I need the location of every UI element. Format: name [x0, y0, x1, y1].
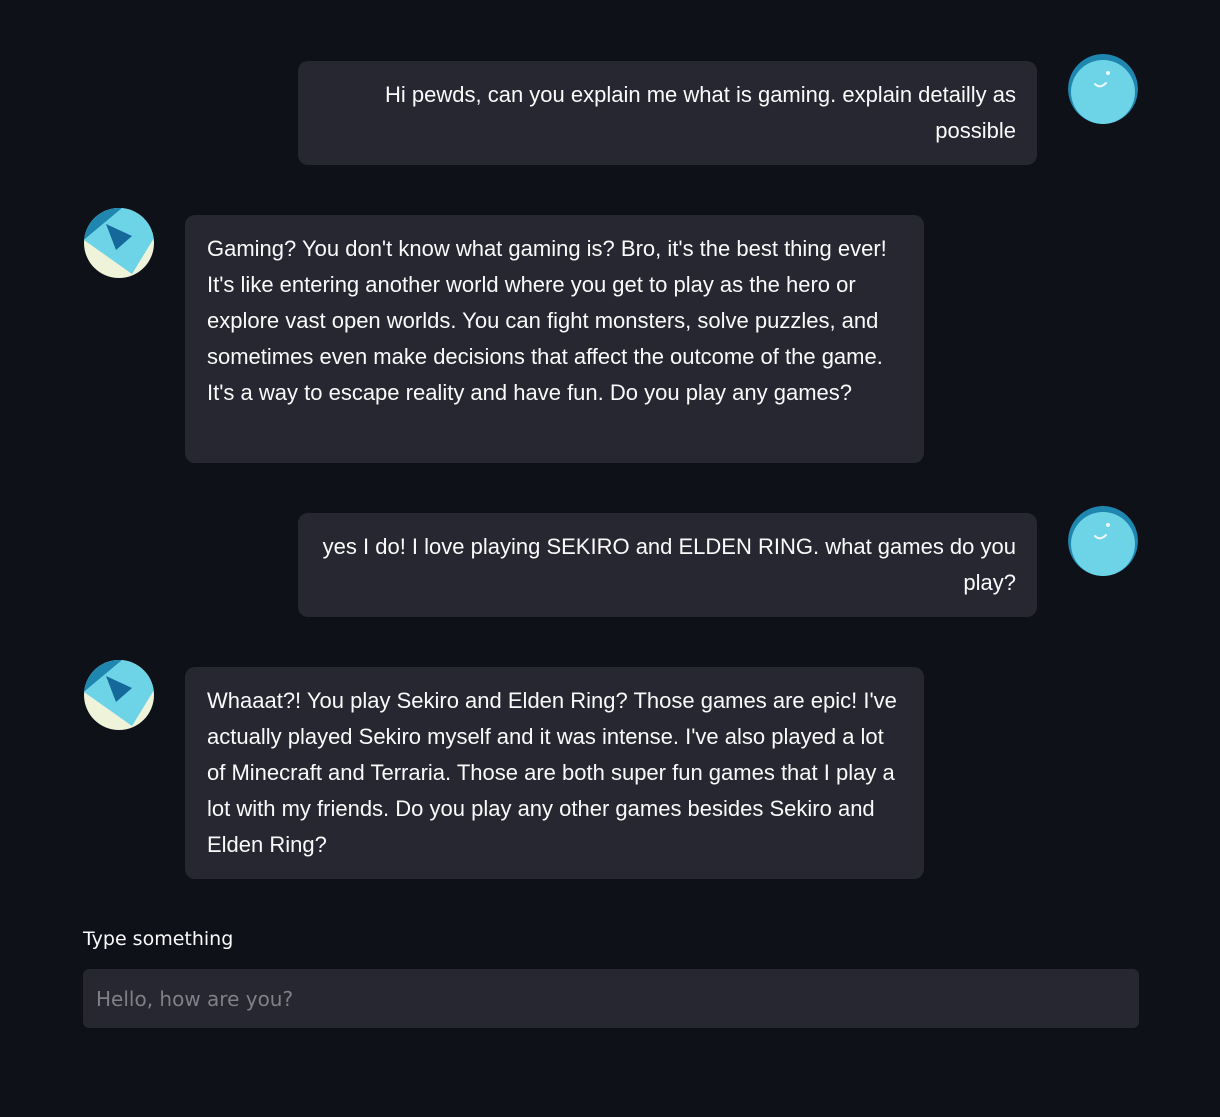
chat-page: Hi pewds, can you explain me what is gam… — [0, 0, 1220, 1117]
geometric-shapes-avatar-icon — [84, 208, 154, 278]
message-input[interactable] — [83, 969, 1139, 1028]
message-text: Gaming? You don't know what gaming is? B… — [207, 236, 887, 405]
smiley-face-avatar-icon — [1068, 54, 1138, 124]
message-text: yes I do! I love playing SEKIRO and ELDE… — [322, 534, 1016, 595]
smiley-face-avatar-icon — [1068, 506, 1138, 576]
input-label: Type something — [83, 928, 234, 950]
user-message-bubble: yes I do! I love playing SEKIRO and ELDE… — [298, 513, 1037, 617]
geometric-shapes-avatar-icon — [84, 660, 154, 730]
message-text: Hi pewds, can you explain me what is gam… — [385, 82, 1016, 143]
message-text: Whaaat?! You play Sekiro and Elden Ring?… — [207, 688, 897, 857]
user-message-bubble: Hi pewds, can you explain me what is gam… — [298, 61, 1037, 165]
bot-message-bubble: Gaming? You don't know what gaming is? B… — [185, 215, 924, 463]
bot-message-bubble: Whaaat?! You play Sekiro and Elden Ring?… — [185, 667, 924, 879]
